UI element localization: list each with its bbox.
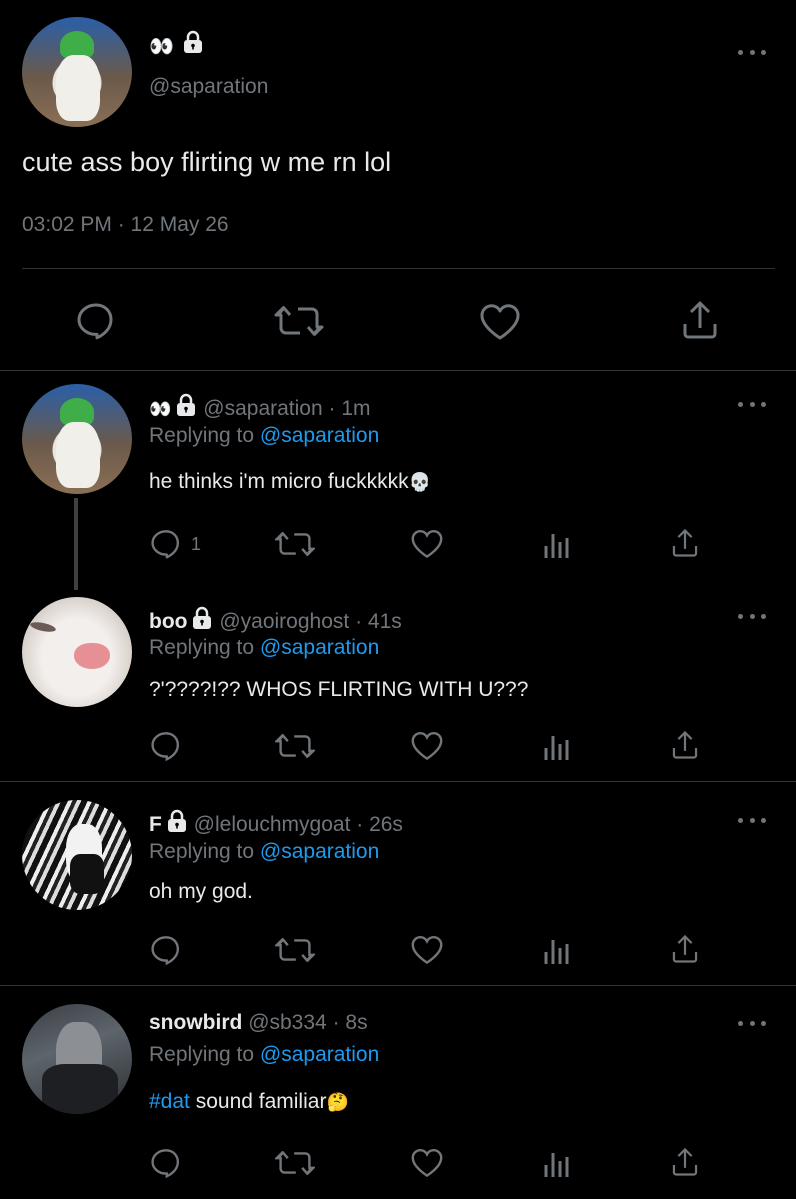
- reply-text: oh my god.: [149, 880, 253, 903]
- skull-emoji: 💀: [408, 472, 431, 492]
- replying-to-link[interactable]: @saparation: [260, 424, 379, 447]
- analytics-icon[interactable]: [542, 1147, 572, 1179]
- reply-author-name[interactable]: snowbird: [149, 1011, 242, 1034]
- more-icon[interactable]: [738, 1018, 766, 1028]
- more-icon[interactable]: [738, 399, 766, 409]
- heart-icon[interactable]: [410, 1148, 444, 1178]
- more-icon[interactable]: [738, 815, 766, 825]
- analytics-icon[interactable]: [542, 934, 572, 966]
- heart-icon[interactable]: [410, 731, 444, 761]
- eyes-emoji: 👀: [149, 36, 174, 58]
- analytics-icon[interactable]: [542, 730, 572, 762]
- reply-handle[interactable]: @lelouchmygoat: [194, 813, 351, 836]
- retweet-icon[interactable]: [275, 1149, 315, 1177]
- author-name-row: 👀: [149, 30, 204, 59]
- eyes-emoji: 👀: [149, 399, 172, 419]
- analytics-icon[interactable]: [542, 528, 572, 560]
- share-icon[interactable]: [671, 933, 699, 965]
- reply-time: · 26s: [356, 813, 403, 836]
- thinking-emoji: 🤔: [326, 1092, 349, 1112]
- share-icon[interactable]: [671, 729, 699, 761]
- replying-to: Replying to @saparation: [149, 424, 379, 448]
- divider: [0, 781, 796, 782]
- reply-icon[interactable]: [150, 1148, 182, 1178]
- replying-to: Replying to @saparation: [149, 1043, 379, 1067]
- reply-author-name[interactable]: F: [149, 813, 162, 836]
- reply-count: 1: [191, 534, 202, 554]
- more-icon[interactable]: [738, 47, 766, 57]
- share-icon[interactable]: [671, 1146, 699, 1178]
- reply-text-content: sound familiar: [189, 1090, 327, 1113]
- reply-author-name[interactable]: boo: [149, 610, 187, 633]
- reply-handle[interactable]: @saparation: [203, 397, 322, 420]
- divider: [0, 370, 796, 371]
- retweet-icon[interactable]: [275, 936, 315, 964]
- heart-icon[interactable]: [479, 303, 521, 341]
- reply-text: #dat sound familiar🤔: [149, 1090, 349, 1114]
- avatar-hand: [70, 854, 104, 894]
- reply-handle[interactable]: @yaoiroghost: [219, 610, 349, 633]
- divider: [0, 985, 796, 986]
- reply-text: ?'????!?? WHOS FLIRTING WITH U???: [149, 678, 529, 701]
- lock-icon: [182, 30, 204, 59]
- reply-text-content: he thinks i'm micro fuckkkkk: [149, 470, 409, 493]
- replying-to-link[interactable]: @saparation: [260, 1043, 379, 1066]
- reply-icon[interactable]: [150, 731, 182, 761]
- reply-header: boo @yaoiroghost · 41s: [149, 606, 402, 636]
- retweet-icon[interactable]: [275, 732, 315, 760]
- avatar-cat-nose: [74, 643, 110, 669]
- reply-time: · 1m: [328, 397, 371, 420]
- avatar-saparation[interactable]: [22, 17, 132, 127]
- hashtag-link[interactable]: #dat: [149, 1090, 190, 1113]
- lock-icon: [191, 606, 213, 636]
- reply-icon[interactable]: [76, 302, 116, 340]
- share-icon[interactable]: [681, 300, 719, 340]
- avatar-lelouchmygoat[interactable]: [22, 800, 132, 910]
- avatar-yaoiroghost[interactable]: [22, 597, 132, 707]
- replying-to: Replying to @saparation: [149, 636, 379, 660]
- avatar-figure-body: [56, 422, 100, 488]
- replying-to-link[interactable]: @saparation: [260, 636, 379, 659]
- reply-handle[interactable]: @sb334: [248, 1011, 327, 1034]
- author-handle[interactable]: @saparation: [149, 75, 268, 99]
- reply-header: F @lelouchmygoat · 26s: [149, 809, 403, 839]
- reply-icon[interactable]: [150, 935, 182, 965]
- tweet-text: cute ass boy flirting w me rn lol: [22, 147, 392, 177]
- avatar-sb334[interactable]: [22, 1004, 132, 1114]
- reply-icon[interactable]: [150, 529, 182, 559]
- avatar-saparation[interactable]: [22, 384, 132, 494]
- reply-time: · 41s: [355, 610, 402, 633]
- reply-text: he thinks i'm micro fuckkkkk💀: [149, 470, 431, 494]
- thread-line: [74, 498, 78, 590]
- replying-to-label: Replying to: [149, 1043, 255, 1066]
- replying-to-link[interactable]: @saparation: [260, 840, 379, 863]
- more-icon[interactable]: [738, 611, 766, 621]
- lock-icon: [175, 393, 197, 423]
- replying-to-label: Replying to: [149, 840, 255, 863]
- retweet-icon[interactable]: [275, 530, 315, 558]
- lock-icon: [166, 809, 188, 839]
- reply-header: snowbird @sb334 · 8s: [149, 1011, 368, 1035]
- tweet-timestamp[interactable]: 03:02 PM · 12 May 26: [22, 213, 229, 237]
- share-icon[interactable]: [671, 527, 699, 559]
- replying-to-label: Replying to: [149, 636, 255, 659]
- divider: [22, 268, 775, 269]
- replying-to-label: Replying to: [149, 424, 255, 447]
- reply-header: 👀 @saparation · 1m: [149, 393, 371, 423]
- retweet-icon[interactable]: [274, 304, 324, 338]
- replying-to: Replying to @saparation: [149, 840, 379, 864]
- heart-icon[interactable]: [410, 529, 444, 559]
- avatar-cat-eye: [29, 620, 57, 634]
- avatar-jacket: [42, 1064, 118, 1114]
- reply-time: · 8s: [332, 1011, 368, 1034]
- heart-icon[interactable]: [410, 935, 444, 965]
- avatar-figure-body: [56, 55, 100, 121]
